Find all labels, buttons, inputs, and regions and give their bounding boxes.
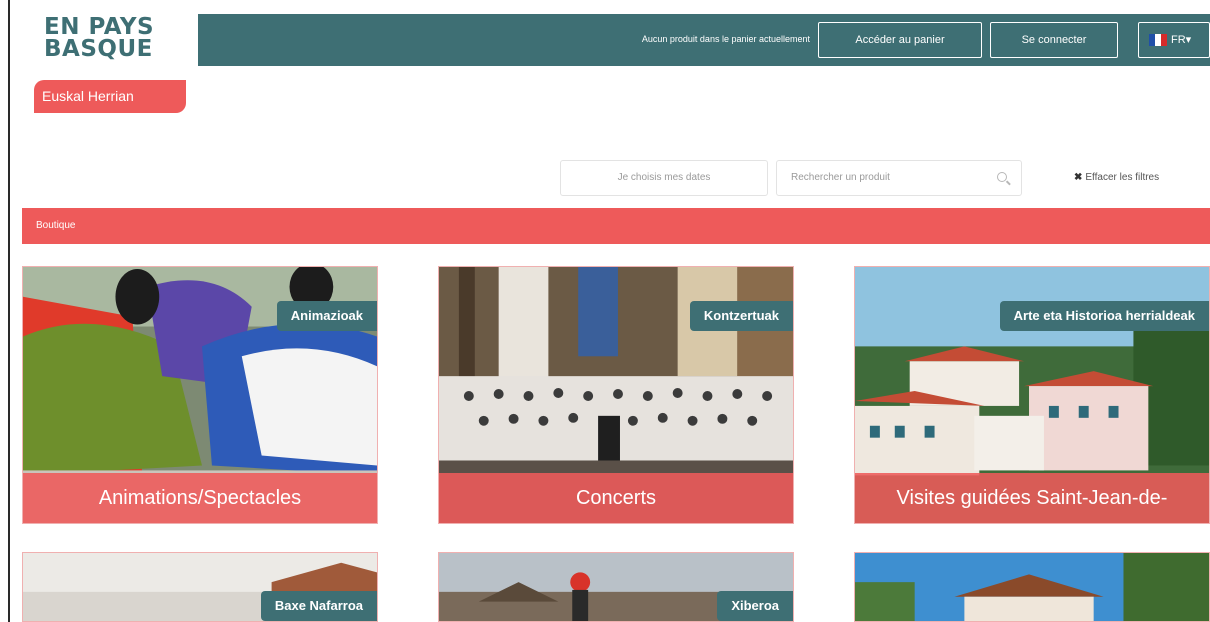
search-placeholder: Rechercher un produit	[791, 172, 890, 183]
card-tag: Arte eta Historioa herrialdeak	[999, 301, 1209, 331]
search-icon[interactable]	[997, 172, 1007, 182]
language-label: FR	[1171, 34, 1186, 46]
card-tag: Animazioak	[276, 301, 377, 331]
breadcrumb-item-boutique[interactable]: Boutique	[36, 220, 75, 231]
chevron-down-icon: ▾	[1185, 34, 1192, 46]
logo-subtitle: Euskal Herrian	[34, 80, 186, 113]
page: EN PAYS BASQUE Euskal Herrian Aucun prod…	[0, 0, 1210, 622]
product-search-input[interactable]: Rechercher un produit	[776, 160, 1022, 196]
flag-fr-icon	[1149, 34, 1167, 47]
card-tag: Baxe Nafarroa	[260, 591, 377, 621]
category-card-animations[interactable]: Animazioak Animations/Spectacles	[22, 266, 378, 524]
logo[interactable]: EN PAYS BASQUE	[44, 16, 184, 61]
category-card-baxe-nafarroa[interactable]: Baxe Nafarroa	[22, 552, 378, 622]
cart-status-text: Aucun produit dans le panier actuellemen…	[641, 34, 810, 44]
language-selector[interactable]: FR▾	[1138, 22, 1210, 58]
card-image-house	[855, 553, 1209, 621]
card-title[interactable]: Concerts	[439, 473, 793, 523]
login-button[interactable]: Se connecter	[990, 22, 1118, 58]
clear-filters-link[interactable]: ✖ Effacer les filtres	[1074, 172, 1159, 183]
clear-filters-label: Effacer les filtres	[1085, 172, 1160, 183]
breadcrumb: Boutique	[22, 208, 1210, 244]
cart-button[interactable]: Accéder au panier	[818, 22, 982, 58]
category-card-guided-tours[interactable]: Arte eta Historioa herrialdeak Visites g…	[854, 266, 1210, 524]
card-tag: Kontzertuak	[689, 301, 793, 331]
close-icon: ✖	[1074, 172, 1083, 183]
category-card-xiberoa[interactable]: Xiberoa	[438, 552, 794, 622]
card-tag: Xiberoa	[717, 591, 793, 621]
category-card-concerts[interactable]: Kontzertuak Concerts	[438, 266, 794, 524]
card-title[interactable]: Animations/Spectacles	[23, 473, 377, 523]
card-title[interactable]: Visites guidées Saint-Jean-de-	[855, 473, 1209, 523]
date-picker-button[interactable]: Je choisis mes dates	[560, 160, 768, 196]
category-card-labourd[interactable]	[854, 552, 1210, 622]
window-edge	[8, 0, 10, 622]
